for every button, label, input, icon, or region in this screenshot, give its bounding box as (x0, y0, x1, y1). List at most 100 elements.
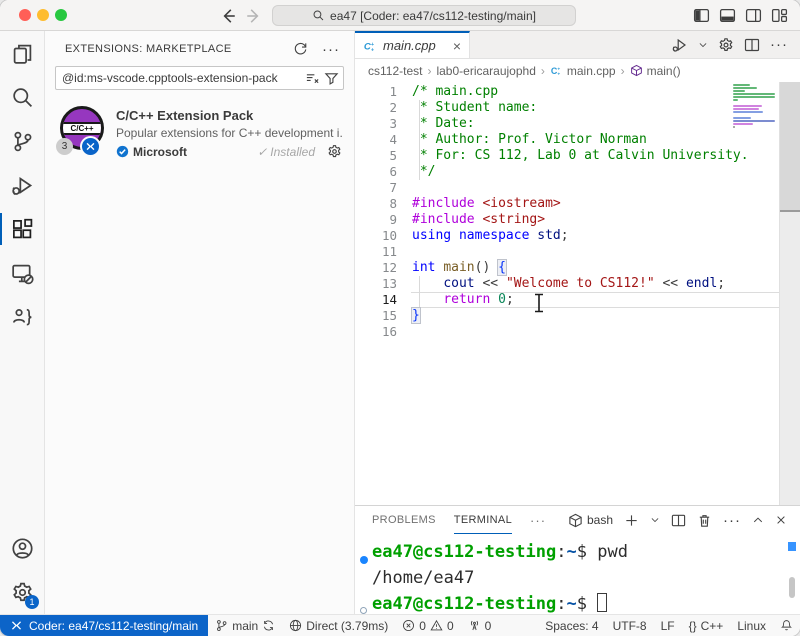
terminal-output[interactable]: ea47@cs112-testing:~$ pwd /home/ea47 ea4… (355, 534, 800, 615)
clear-search-icon[interactable] (305, 71, 320, 86)
toggle-panel-icon[interactable] (719, 7, 736, 24)
app-window: ea47 [Coder: ea47/cs112-testing/main] (0, 0, 800, 636)
new-terminal-icon[interactable] (624, 513, 639, 528)
code-line[interactable]: */ (412, 164, 778, 180)
run-dropdown-chevron-icon[interactable] (698, 40, 708, 50)
zoom-window-button[interactable] (55, 9, 67, 21)
code-line[interactable]: } (412, 308, 778, 324)
tab-problems[interactable]: PROBLEMS (372, 506, 436, 534)
activity-item-extensions[interactable] (0, 207, 44, 251)
code-line[interactable]: return 0; (412, 292, 778, 308)
notifications-bell[interactable] (773, 615, 800, 636)
code-line[interactable]: cout << "Welcome to CS112!" << endl; (412, 276, 778, 292)
extension-manage-gear-icon[interactable] (327, 144, 342, 159)
command-decoration-current[interactable] (360, 607, 367, 614)
branch-icon (215, 619, 228, 632)
activity-item-source-control[interactable] (0, 119, 44, 163)
terminal-instance-item[interactable]: bash (568, 513, 613, 528)
toggle-sidebar-icon[interactable] (693, 7, 710, 24)
close-panel-icon[interactable] (775, 514, 787, 526)
editor-actions: ··· (672, 31, 800, 58)
editor-more-actions-icon[interactable]: ··· (770, 36, 788, 53)
extensions-search-box[interactable] (55, 66, 344, 90)
activity-item-run-debug[interactable] (0, 163, 44, 207)
code-line[interactable] (412, 324, 778, 340)
navigate-forward-icon[interactable] (245, 7, 263, 25)
encoding-status[interactable]: UTF-8 (606, 615, 654, 636)
activity-item-live-share[interactable] (0, 295, 44, 339)
extensions-search-input[interactable] (62, 71, 301, 85)
language-mode-status[interactable]: {}C++ (682, 615, 731, 636)
editor-scrollbar[interactable] (779, 82, 800, 505)
line-number: 16 (355, 324, 397, 340)
code-line[interactable]: #include <iostream> (412, 196, 778, 212)
command-decoration-success[interactable] (360, 556, 368, 564)
toggle-secondary-sidebar-icon[interactable] (745, 7, 762, 24)
editor-settings-gear-icon[interactable] (718, 37, 734, 53)
code-line[interactable] (412, 180, 778, 196)
tab-close-icon[interactable]: × (453, 39, 461, 53)
close-window-button[interactable] (19, 9, 31, 21)
code-line[interactable]: * Date: (412, 116, 778, 132)
code-line[interactable]: * Author: Prof. Victor Norman (412, 132, 778, 148)
split-editor-icon[interactable] (744, 37, 760, 53)
git-branch-status[interactable]: main (208, 615, 282, 636)
line-number: 4 (355, 132, 397, 148)
breadcrumb-subfolder[interactable]: lab0-ericaraujophd (436, 64, 535, 78)
forwarded-ports-status[interactable]: 0 (461, 615, 499, 636)
code-line[interactable] (412, 244, 778, 260)
network-latency-status[interactable]: Direct (3.79ms) (282, 615, 395, 636)
code-token: */ (412, 164, 435, 179)
activity-item-explorer[interactable] (0, 31, 44, 75)
breadcrumb-folder[interactable]: cs112-test (368, 64, 422, 78)
terminal-dropdown-chevron-icon[interactable] (650, 515, 660, 525)
accounts-button[interactable] (0, 526, 44, 570)
code-token: * Date: (412, 116, 475, 131)
activity-item-remote-explorer[interactable] (0, 251, 44, 295)
os-status[interactable]: Linux (730, 615, 773, 636)
panel-more-actions-icon[interactable]: ··· (723, 512, 741, 529)
terminal-scrollbar-slider[interactable] (789, 577, 795, 598)
code-line[interactable]: /* main.cpp (412, 84, 778, 100)
maximize-panel-chevron-icon[interactable] (752, 514, 764, 526)
code-line[interactable]: #include <string> (412, 212, 778, 228)
run-cpp-file-icon[interactable] (672, 37, 688, 53)
run-debug-icon (11, 174, 34, 197)
extensions-sidebar: EXTENSIONS: MARKETPLACE ··· C/C++ 3 (45, 31, 355, 614)
code-line[interactable]: using namespace std; (412, 228, 778, 244)
extension-list-item[interactable]: C/C++ 3 C/C++ Extension Pack Popular ext… (45, 102, 354, 167)
code-line[interactable]: * Student name: (412, 100, 778, 116)
sidebar-more-actions-icon[interactable]: ··· (322, 41, 340, 56)
sidebar-title: EXTENSIONS: MARKETPLACE (65, 43, 279, 55)
minimap[interactable] (733, 84, 777, 132)
filter-icon[interactable] (324, 71, 339, 86)
settings-button[interactable]: 1 (0, 570, 44, 614)
eol-status[interactable]: LF (654, 615, 682, 636)
remote-indicator[interactable]: Coder: ea47/cs112-testing/main (0, 615, 208, 636)
code-token: <string> (482, 212, 545, 227)
activity-item-search[interactable] (0, 75, 44, 119)
indentation-status[interactable]: Spaces: 4 (538, 615, 605, 636)
command-center[interactable]: ea47 [Coder: ea47/cs112-testing/main] (272, 5, 576, 26)
code-line[interactable]: * For: CS 112, Lab 0 at Calvin Universit… (412, 148, 778, 164)
minimap-line (733, 105, 762, 107)
panel-more-tabs-icon[interactable]: ··· (530, 513, 546, 528)
editor-scrollbar-slider[interactable] (780, 82, 800, 212)
refresh-icon[interactable] (293, 41, 308, 56)
minimize-window-button[interactable] (37, 9, 49, 21)
code-editor[interactable]: 12345678910111213141516 /* main.cpp * St… (355, 82, 800, 505)
split-terminal-icon[interactable] (671, 513, 686, 528)
tab-terminal[interactable]: TERMINAL (454, 506, 512, 534)
customize-layout-icon[interactable] (771, 7, 788, 24)
line-number: 11 (355, 244, 397, 260)
breadcrumb-file[interactable]: C++ main.cpp (550, 64, 616, 78)
kill-terminal-trash-icon[interactable] (697, 513, 712, 528)
breadcrumb-symbol[interactable]: main() (630, 64, 681, 78)
problems-status[interactable]: 0 0 (395, 615, 460, 636)
code-line[interactable]: int main() { (412, 260, 778, 276)
svg-text:+: + (371, 47, 374, 53)
tab-main-cpp[interactable]: C++ main.cpp × (355, 31, 470, 58)
code-token (451, 228, 459, 243)
navigate-back-icon[interactable] (219, 7, 237, 25)
remote-icon (85, 141, 96, 152)
